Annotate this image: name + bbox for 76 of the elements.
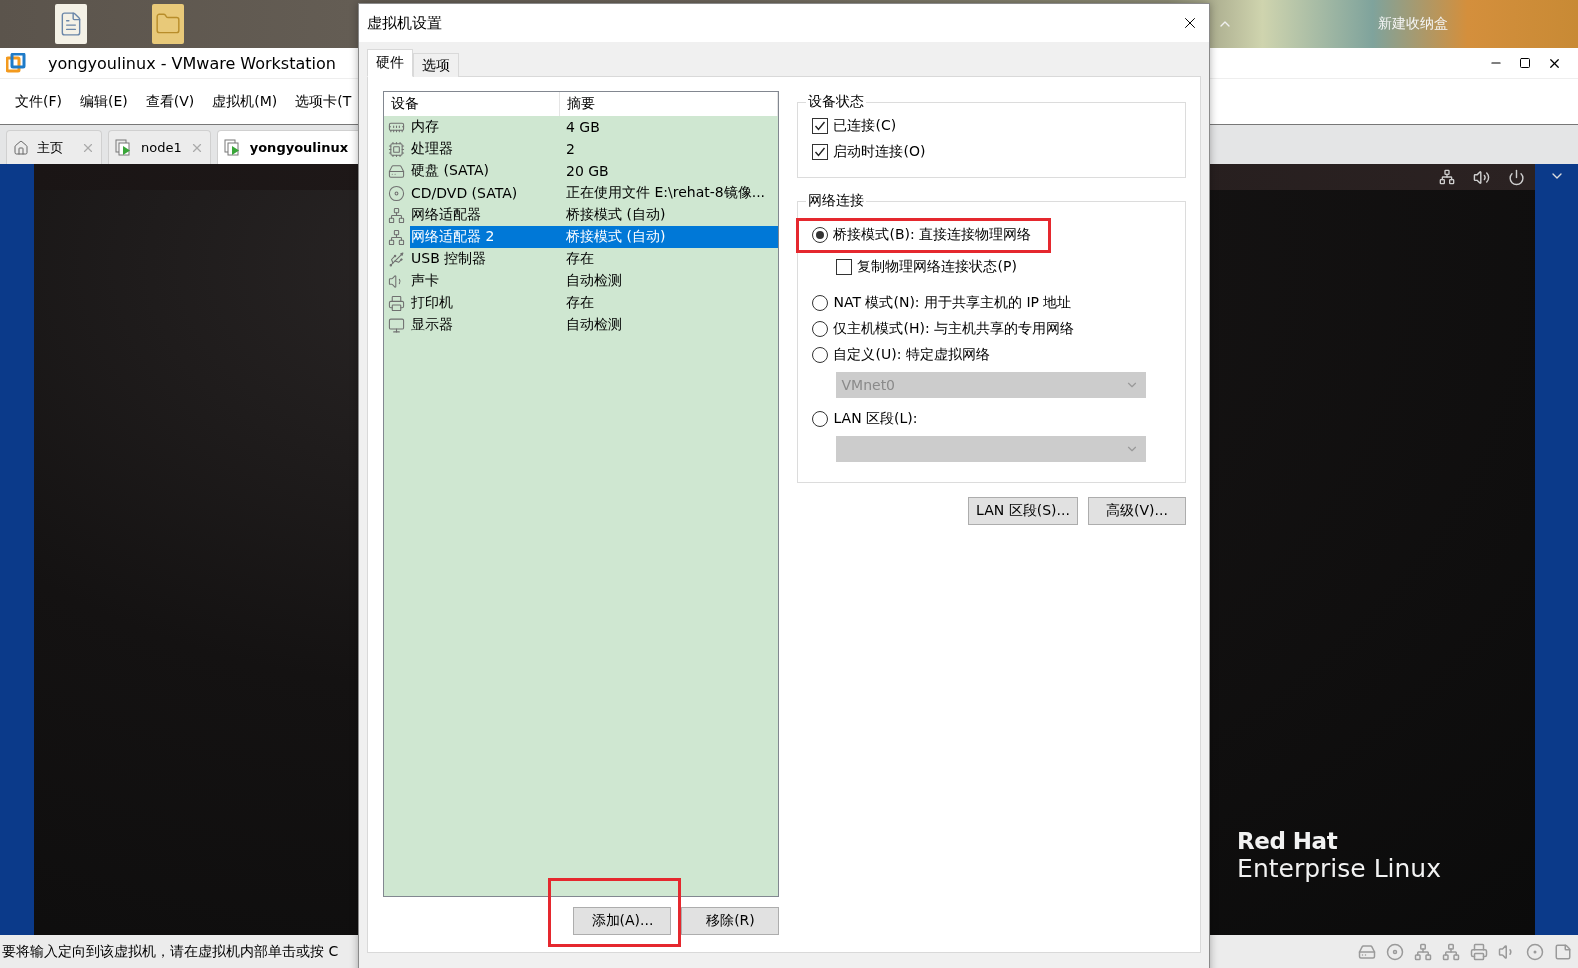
list-button[interactable]: 添加(A)... [573, 907, 672, 935]
summary-cell[interactable]: 存在 [560, 248, 779, 270]
device-cell[interactable]: 显示器 [410, 314, 560, 336]
action-button[interactable]: LAN 区段(S)... [968, 497, 1078, 525]
dialog-tab[interactable]: 硬件 [367, 49, 413, 77]
network-icon [388, 206, 405, 224]
maximize-icon[interactable] [1519, 57, 1531, 69]
volume-icon[interactable] [1473, 168, 1490, 186]
group-title: 设备状态 [807, 93, 866, 111]
summary-cell[interactable]: 桥接模式 (自动) [560, 204, 779, 226]
device-cell[interactable]: 网络适配器 2 [410, 226, 560, 248]
guest-logo-subtitle: Enterprise Linux [1237, 854, 1441, 883]
checkbox-label: 启动时连接(O) [833, 143, 926, 161]
radio-button[interactable] [812, 227, 829, 243]
group-title: 网络连接 [807, 192, 866, 210]
vm-tab[interactable]: node1 [108, 130, 211, 164]
status-text: 要将输入定向到该虚拟机，请在虚拟机内部单击或按 C [2, 942, 339, 961]
column-header[interactable]: 设备 [384, 92, 560, 116]
radio-label: NAT 模式(N): 用于共享主机的 IP 地址 [833, 294, 1072, 312]
summary-cell[interactable]: 20 GB [560, 160, 779, 182]
home-icon [13, 139, 29, 156]
checkbox-label: 复制物理网络连接状态(P) [857, 258, 1017, 276]
summary-cell[interactable]: 4 GB [560, 116, 779, 138]
radio-button[interactable] [812, 347, 829, 363]
checkbox[interactable] [812, 144, 829, 160]
menu-item[interactable]: 选项卡(T [295, 92, 352, 111]
printer-icon [388, 294, 405, 312]
monitor-icon [388, 316, 405, 334]
network-icon [388, 228, 405, 246]
app-logo-icon [6, 53, 26, 73]
summary-cell[interactable]: 正在使用文件 E:\rehat-8镜像... [560, 182, 779, 204]
summary-cell[interactable]: 存在 [560, 292, 779, 314]
device-cell[interactable]: 内存 [410, 116, 560, 138]
menu-item[interactable]: 编辑(E) [80, 92, 128, 111]
menu-item[interactable]: 文件(F) [15, 92, 62, 111]
drive-icon [388, 162, 405, 180]
radio-label: 自定义(U): 特定虚拟网络 [833, 346, 990, 364]
device-cell[interactable]: 打印机 [410, 292, 560, 314]
radio-label: 仅主机模式(H): 与主机共享的专用网络 [833, 320, 1075, 338]
checkbox-label: 已连接(C) [833, 117, 897, 135]
menu-item[interactable]: 查看(V) [145, 92, 195, 111]
device-cell[interactable]: CD/DVD (SATA) [410, 182, 560, 204]
checkbox[interactable] [812, 118, 829, 134]
radio-button[interactable] [812, 295, 829, 311]
device-cell[interactable]: 硬盘 (SATA) [410, 160, 560, 182]
summary-cell[interactable]: 自动检测 [560, 314, 779, 336]
chip-icon [388, 140, 405, 158]
device-cell[interactable]: USB 控制器 [410, 248, 560, 270]
radio-button[interactable] [812, 321, 829, 337]
window-title: yongyoulinux - VMware Workstation [48, 53, 336, 73]
device-cell[interactable]: 处理器 [410, 138, 560, 160]
summary-cell[interactable]: 2 [560, 138, 779, 160]
power-icon[interactable] [1508, 168, 1525, 186]
vm-tab[interactable]: 主页 [6, 130, 102, 164]
checkbox[interactable] [836, 259, 853, 275]
guest-logo-title: Red Hat [1237, 828, 1339, 854]
list-button[interactable]: 移除(R) [681, 907, 780, 935]
action-button[interactable]: 高级(V)... [1088, 497, 1186, 525]
network-icon[interactable] [1439, 169, 1455, 185]
summary-cell[interactable]: 自动检测 [560, 270, 779, 292]
dialog-tab[interactable]: 选项 [413, 53, 459, 77]
radio-label: 桥接模式(B): 直接连接物理网络 [833, 226, 1032, 244]
summary-cell[interactable]: 桥接模式 (自动) [560, 226, 779, 248]
radio-label: LAN 区段(L): [833, 410, 918, 428]
device-cell[interactable]: 声卡 [410, 270, 560, 292]
column-header[interactable]: 摘要 [560, 92, 779, 116]
device-cell[interactable]: 网络适配器 [410, 204, 560, 226]
text-file-icon[interactable] [55, 4, 87, 44]
dialog-title: 虚拟机设置 [367, 13, 442, 33]
radio-button[interactable] [812, 411, 829, 427]
usb-icon [388, 250, 405, 268]
menu-item[interactable]: 虚拟机(M) [212, 92, 278, 111]
desktop-shelf-label: 新建收纳盒 [1378, 15, 1448, 33]
vm-play-icon [115, 138, 133, 157]
disc-icon [388, 184, 405, 202]
vm-play-icon [223, 138, 242, 157]
